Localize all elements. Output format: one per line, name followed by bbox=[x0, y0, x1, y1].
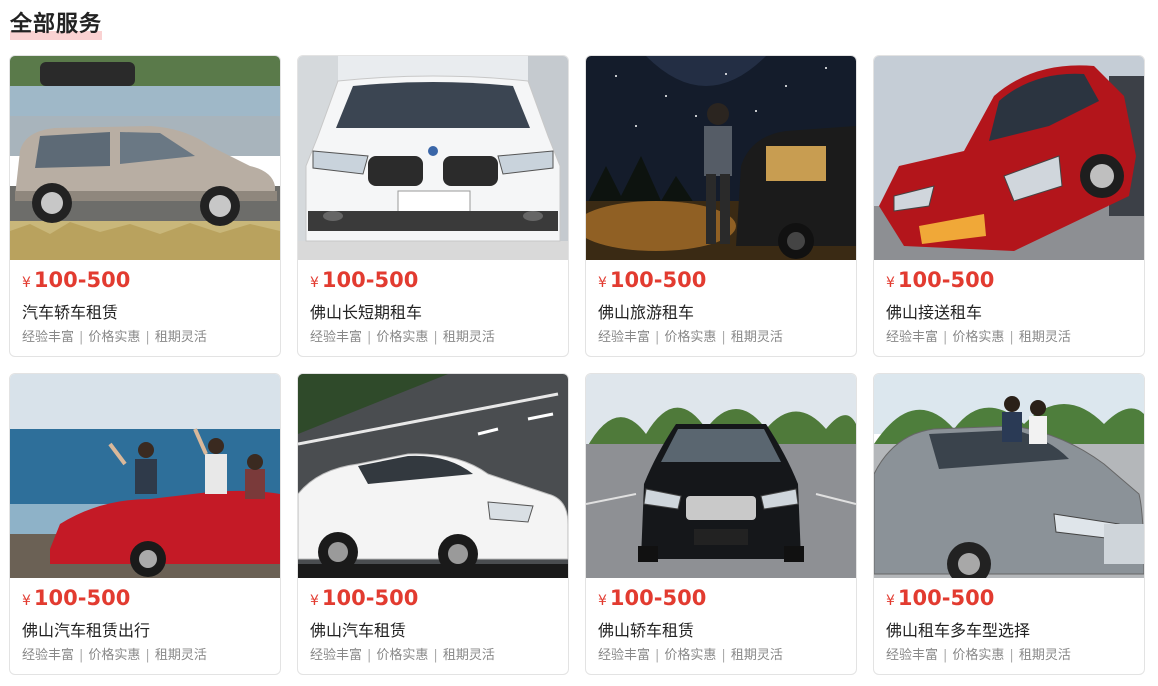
service-card[interactable]: ¥100-500 佛山轿车租赁 经验丰富 | 价格实惠 | 租期灵活 bbox=[585, 373, 857, 675]
currency-symbol: ¥ bbox=[310, 275, 319, 291]
service-card[interactable]: ¥100-500 佛山长短期租车 经验丰富 | 价格实惠 | 租期灵活 bbox=[297, 55, 569, 357]
tag: 价格实惠 bbox=[664, 648, 717, 663]
price-range: 100-500 bbox=[897, 586, 995, 610]
price-range: 100-500 bbox=[897, 268, 995, 292]
service-tags: 经验丰富 | 价格实惠 | 租期灵活 bbox=[22, 648, 207, 663]
service-tags: 经验丰富 | 价格实惠 | 租期灵活 bbox=[598, 648, 783, 663]
tag: 价格实惠 bbox=[376, 648, 429, 663]
tag: 价格实惠 bbox=[376, 330, 429, 345]
section-title: 全部服务 bbox=[10, 6, 103, 40]
tag: 价格实惠 bbox=[952, 648, 1005, 663]
price-range: 100-500 bbox=[33, 586, 131, 610]
service-photo[interactable] bbox=[298, 56, 568, 260]
tag: 经验丰富 bbox=[886, 648, 939, 663]
currency-symbol: ¥ bbox=[598, 593, 607, 609]
tag: 经验丰富 bbox=[310, 648, 363, 663]
price: ¥100-500 bbox=[310, 585, 556, 614]
tag: 价格实惠 bbox=[952, 330, 1005, 345]
price: ¥100-500 bbox=[886, 267, 1132, 296]
service-card[interactable]: ¥100-500 佛山汽车租赁 经验丰富 | 价格实惠 | 租期灵活 bbox=[297, 373, 569, 675]
tag: 租期灵活 bbox=[730, 330, 783, 345]
price-range: 100-500 bbox=[609, 586, 707, 610]
currency-symbol: ¥ bbox=[886, 593, 895, 609]
price: ¥100-500 bbox=[886, 585, 1132, 614]
price-range: 100-500 bbox=[321, 586, 419, 610]
tag: 经验丰富 bbox=[310, 330, 363, 345]
tag: 租期灵活 bbox=[730, 648, 783, 663]
service-photo[interactable] bbox=[586, 374, 856, 578]
price: ¥100-500 bbox=[22, 267, 268, 296]
tag: 租期灵活 bbox=[1018, 648, 1071, 663]
service-photo[interactable] bbox=[874, 56, 1144, 260]
service-card[interactable]: ¥100-500 佛山汽车租赁出行 经验丰富 | 价格实惠 | 租期灵活 bbox=[9, 373, 281, 675]
service-title[interactable]: 佛山汽车租赁 bbox=[310, 620, 556, 642]
tag: 租期灵活 bbox=[154, 648, 207, 663]
currency-symbol: ¥ bbox=[22, 593, 31, 609]
tag: 价格实惠 bbox=[664, 330, 717, 345]
service-page: 全部服务 ¥ 100-500 汽车轿车租赁 经验丰富 | 价格实惠 | 租期灵活… bbox=[0, 0, 1158, 686]
price-range: 100-500 bbox=[609, 268, 707, 292]
service-tags: 经验丰富 | 价格实惠 | 租期灵活 bbox=[310, 648, 495, 663]
tag: 经验丰富 bbox=[598, 648, 651, 663]
currency-symbol: ¥ bbox=[310, 593, 319, 609]
service-photo[interactable] bbox=[586, 56, 856, 260]
service-grid: ¥100-500 汽车轿车租赁 经验丰富 | 价格实惠 | 租期灵活 ¥ 100… bbox=[9, 55, 1145, 675]
service-photo[interactable] bbox=[874, 374, 1144, 578]
tag: 租期灵活 bbox=[442, 648, 495, 663]
price-range: 100-500 bbox=[321, 268, 419, 292]
service-tags: 经验丰富 | 价格实惠 | 租期灵活 bbox=[598, 330, 783, 345]
service-tags: 经验丰富 | 价格实惠 | 租期灵活 bbox=[886, 648, 1071, 663]
currency-symbol: ¥ bbox=[598, 275, 607, 291]
tag: 租期灵活 bbox=[442, 330, 495, 345]
service-card[interactable]: ¥100-500 汽车轿车租赁 经验丰富 | 价格实惠 | 租期灵活 bbox=[9, 55, 281, 357]
service-title[interactable]: 佛山轿车租赁 bbox=[598, 620, 844, 642]
tag: 价格实惠 bbox=[88, 330, 141, 345]
service-tags: 经验丰富 | 价格实惠 | 租期灵活 bbox=[886, 330, 1071, 345]
tag: 经验丰富 bbox=[22, 330, 75, 345]
price: ¥100-500 bbox=[310, 267, 556, 296]
service-title[interactable]: 佛山旅游租车 bbox=[598, 302, 844, 324]
price: ¥100-500 bbox=[598, 267, 844, 296]
service-card[interactable]: ¥100-500 佛山旅游租车 经验丰富 | 价格实惠 | 租期灵活 bbox=[585, 55, 857, 357]
tag: 经验丰富 bbox=[598, 330, 651, 345]
tag: 租期灵活 bbox=[154, 330, 207, 345]
tag: 价格实惠 bbox=[88, 648, 141, 663]
service-title[interactable]: 佛山长短期租车 bbox=[310, 302, 556, 324]
service-tags: 经验丰富 | 价格实惠 | 租期灵活 bbox=[310, 330, 495, 345]
service-photo[interactable] bbox=[10, 56, 280, 260]
currency-symbol: ¥ bbox=[22, 275, 31, 291]
service-photo[interactable] bbox=[10, 374, 280, 578]
currency-symbol: ¥ bbox=[886, 275, 895, 291]
tag: 租期灵活 bbox=[1018, 330, 1071, 345]
service-title[interactable]: 佛山租车多车型选择 bbox=[886, 620, 1132, 642]
service-title[interactable]: 佛山接送租车 bbox=[886, 302, 1132, 324]
service-card[interactable]: ¥100-500 佛山接送租车 经验丰富 | 价格实惠 | 租期灵活 bbox=[873, 55, 1145, 357]
service-title[interactable]: 汽车轿车租赁 bbox=[22, 302, 268, 324]
price: ¥100-500 bbox=[22, 585, 268, 614]
price: ¥100-500 bbox=[598, 585, 844, 614]
tag: 经验丰富 bbox=[22, 648, 75, 663]
service-title[interactable]: 佛山汽车租赁出行 bbox=[22, 620, 268, 642]
service-photo[interactable] bbox=[298, 374, 568, 578]
price-range: 100-500 bbox=[33, 268, 131, 292]
tag: 经验丰富 bbox=[886, 330, 939, 345]
service-card[interactable]: ¥100-500 佛山租车多车型选择 经验丰富 | 价格实惠 | 租期灵活 bbox=[873, 373, 1145, 675]
service-tags: 经验丰富 | 价格实惠 | 租期灵活 bbox=[22, 330, 207, 345]
